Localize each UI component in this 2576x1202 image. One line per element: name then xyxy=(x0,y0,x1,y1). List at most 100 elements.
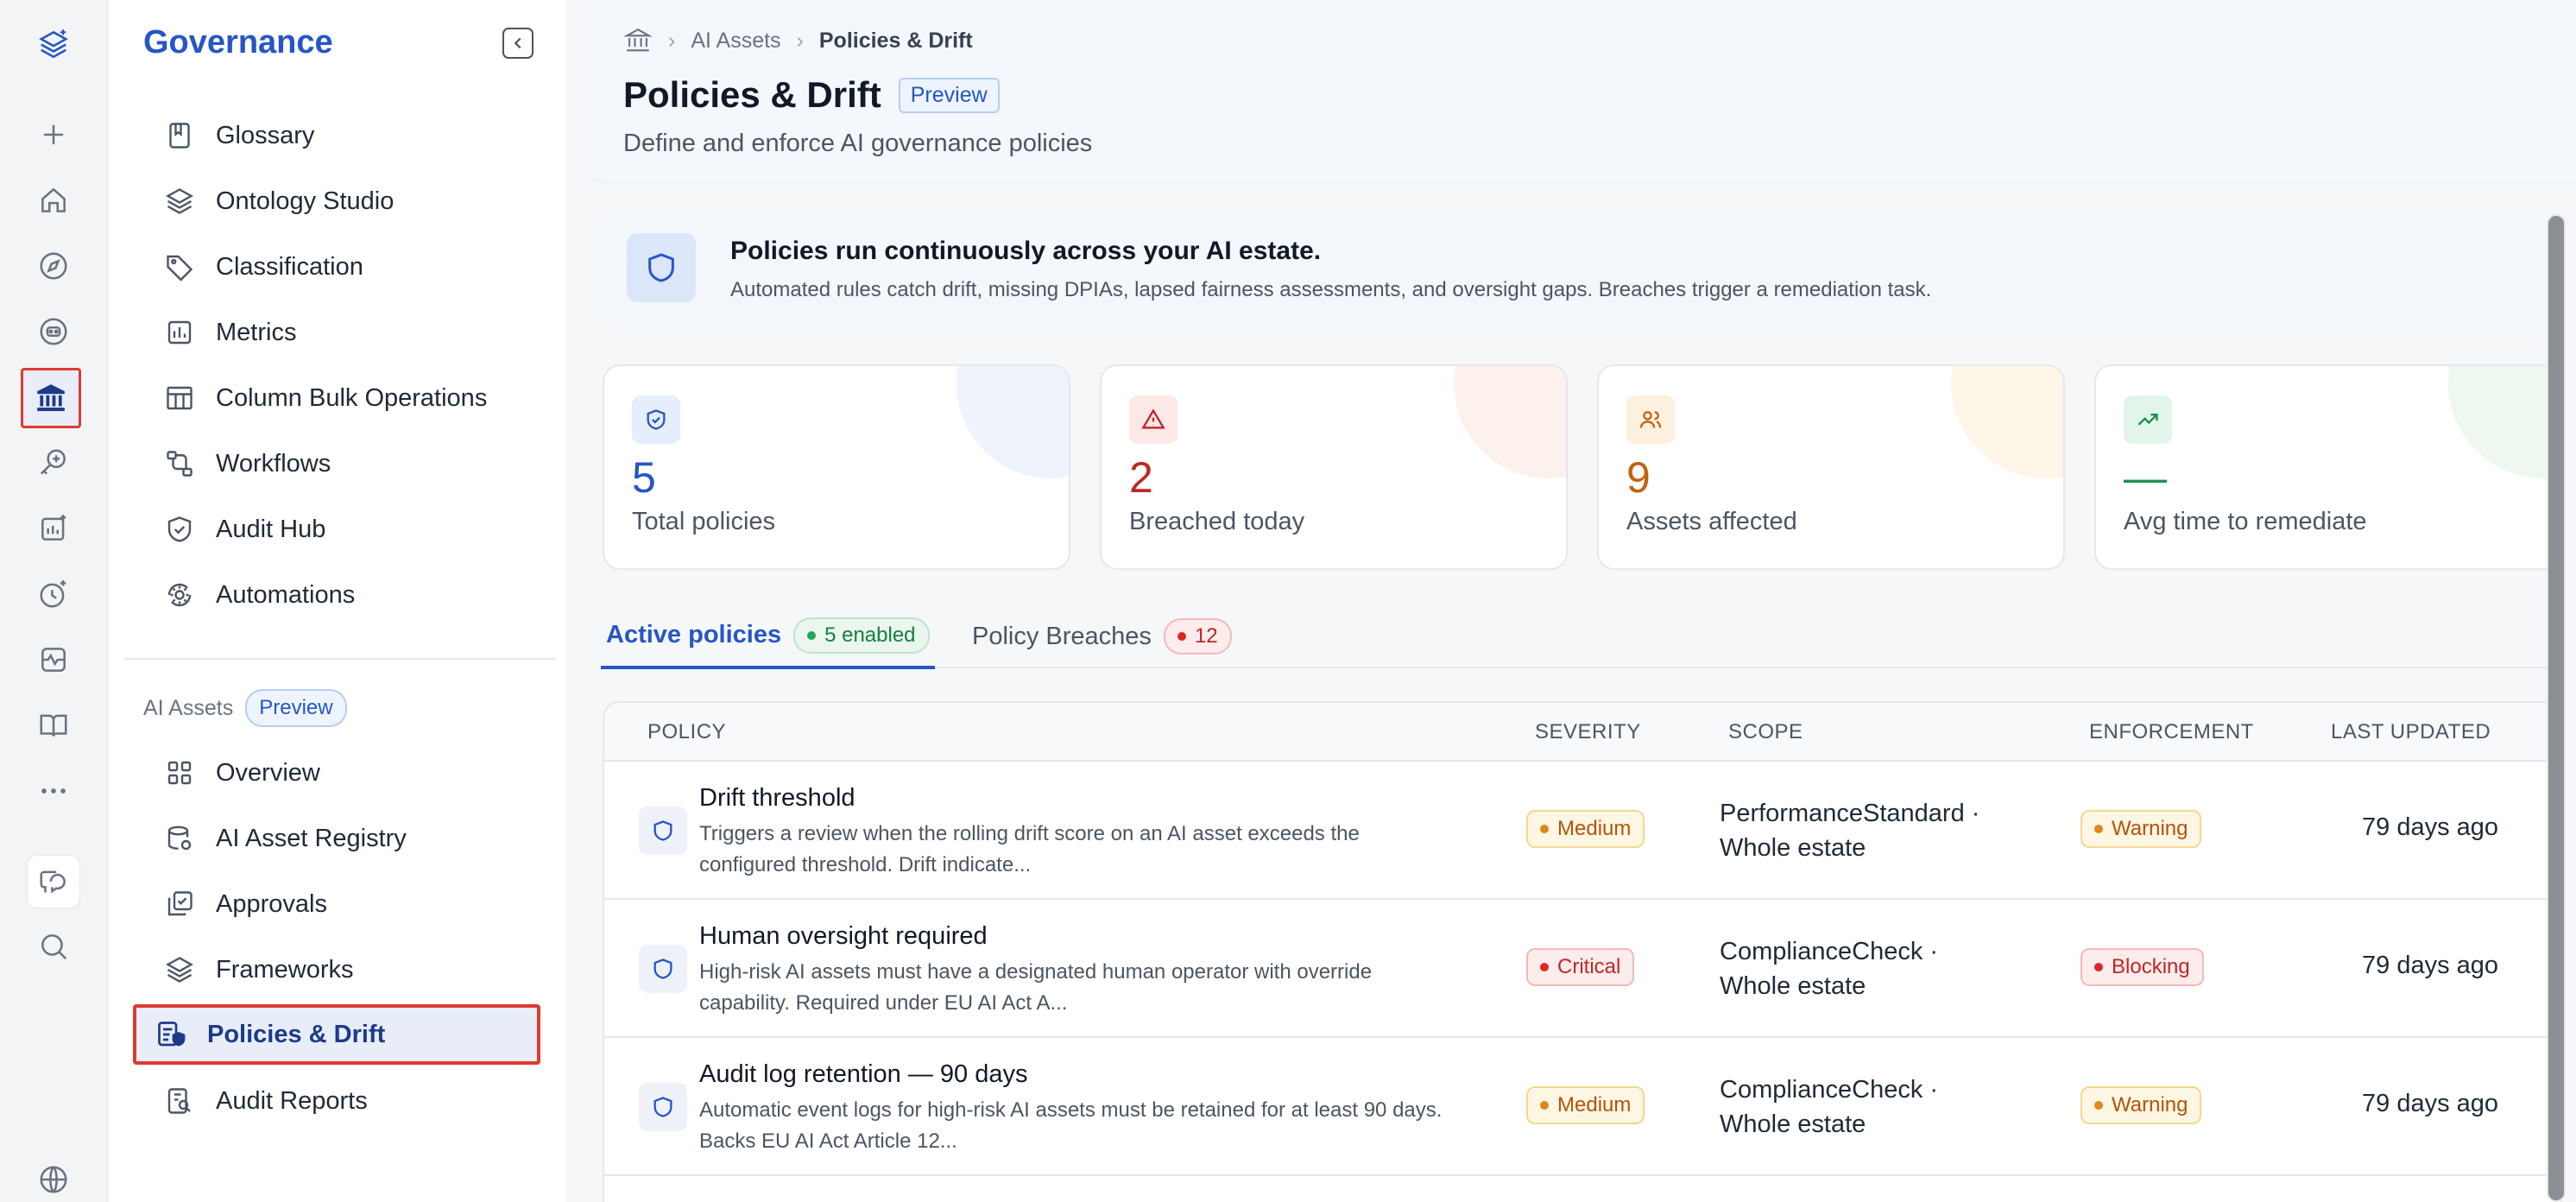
sidebar-item-glossary[interactable]: Glossary xyxy=(131,107,537,164)
collapse-sidebar-icon[interactable] xyxy=(502,28,534,59)
globe-icon[interactable] xyxy=(33,1159,74,1200)
status-dot xyxy=(2094,1101,2103,1110)
column-header-severity[interactable]: SEVERITY xyxy=(1535,720,1641,744)
more-icon[interactable] xyxy=(33,770,74,812)
database-icon xyxy=(164,823,195,854)
breadcrumb: › AI Assets › Policies & Drift xyxy=(623,26,973,55)
sidebar-item-audit-hub[interactable]: Audit Hub xyxy=(131,501,537,558)
sidebar-item-label: Column Bulk Operations xyxy=(216,383,488,412)
key-search-icon[interactable] xyxy=(33,442,74,484)
report-icon xyxy=(164,1085,195,1117)
status-dot xyxy=(807,630,817,640)
search-icon[interactable] xyxy=(33,926,74,967)
table-row[interactable]: Drift threshold Triggers a review when t… xyxy=(604,762,2560,900)
policy-scope: ComplianceCheck · Whole estate xyxy=(1720,934,2013,1003)
policy-tabs: Active policies 5 enabled Policy Breache… xyxy=(601,604,2562,669)
enforcement-badge: Blocking xyxy=(2080,948,2204,986)
gear-cycle-icon xyxy=(164,579,195,610)
sidebar-item-audit-reports[interactable]: Audit Reports xyxy=(131,1072,537,1129)
ai-assets-section-header: AI Assets Preview xyxy=(143,689,347,727)
layers-icon xyxy=(164,954,195,985)
bookmark-icon xyxy=(164,120,195,151)
workflow-icon xyxy=(164,448,195,479)
scrollbar-thumb[interactable] xyxy=(2548,216,2564,1200)
banner-title: Policies run continuously across your AI… xyxy=(730,237,1322,265)
sidebar-item-column-bulk-operations[interactable]: Column Bulk Operations xyxy=(131,370,537,427)
sidebar-item-label: Classification xyxy=(216,252,363,281)
table-row[interactable]: Human oversight required High-risk AI as… xyxy=(604,900,2560,1038)
card-decoration xyxy=(1951,366,2063,478)
bank-icon[interactable] xyxy=(623,26,653,55)
card-decoration xyxy=(1454,366,1566,478)
enforcement-badge: Warning xyxy=(2080,810,2202,848)
badge-text: Medium xyxy=(1557,817,1632,840)
stat-label: Breached today xyxy=(1129,508,1305,535)
stats-cards: 5 Total policies 2 Breached today 9 Asse… xyxy=(603,364,2562,570)
policy-scope: ComplianceCheck · Whole estate xyxy=(1720,1072,2013,1142)
sidebar-item-metrics[interactable]: Metrics xyxy=(131,304,537,361)
sidebar-item-approvals[interactable]: Approvals xyxy=(131,876,537,933)
analytics-sparkle-icon[interactable] xyxy=(33,508,74,549)
breach-count-badge: 12 xyxy=(1163,618,1232,655)
compass-icon[interactable] xyxy=(33,245,74,287)
plus-icon[interactable] xyxy=(33,114,74,155)
sidebar-item-policies-drift[interactable]: Policies & Drift xyxy=(133,1004,540,1065)
clock-sparkle-icon[interactable] xyxy=(33,573,74,615)
column-header-enforcement[interactable]: ENFORCEMENT xyxy=(2089,720,2254,744)
scope-type: ComplianceCheck · xyxy=(1720,1076,1939,1104)
sidebar-item-label: Automations xyxy=(216,580,356,609)
section-label: AI Assets xyxy=(143,695,234,720)
sidebar-item-label: Workflows xyxy=(216,449,331,478)
column-header-scope[interactable]: SCOPE xyxy=(1728,720,1803,744)
column-header-last-updated[interactable]: LAST UPDATED xyxy=(2331,720,2491,744)
layers-icon xyxy=(164,186,195,217)
policy-name[interactable]: Human oversight required xyxy=(699,922,988,951)
bot-icon[interactable] xyxy=(33,311,74,352)
policy-description: Automatic event logs for high-risk AI as… xyxy=(699,1098,1443,1153)
tab-label: Active policies xyxy=(606,621,782,648)
policy-name[interactable]: Drift threshold xyxy=(699,784,856,813)
scope-target: Whole estate xyxy=(1720,972,1866,1000)
column-header-policy[interactable]: POLICY xyxy=(647,720,726,744)
tab-policy-breaches[interactable]: Policy Breaches 12 xyxy=(972,604,1232,668)
home-icon[interactable] xyxy=(33,180,74,221)
dashboard-icon[interactable] xyxy=(33,639,74,680)
tab-active-policies[interactable]: Active policies 5 enabled xyxy=(601,604,935,669)
main-content: › AI Assets › Policies & Drift Policies … xyxy=(587,0,2576,1202)
badge-text: Warning xyxy=(2112,1093,2188,1117)
policy-scope: PerformanceStandard · Whole estate xyxy=(1720,796,2013,865)
sidebar-item-label: AI Asset Registry xyxy=(216,824,407,852)
status-dot xyxy=(1540,963,1549,971)
table-row[interactable]: Audit log retention — 90 days Automatic … xyxy=(604,1038,2560,1176)
shield-icon xyxy=(627,233,696,302)
sidebar-item-ontology-studio[interactable]: Ontology Studio xyxy=(131,173,537,230)
layers-sparkle-icon[interactable] xyxy=(33,22,74,64)
sidebar-item-classification[interactable]: Classification xyxy=(131,238,537,295)
policy-name[interactable]: Audit log retention — 90 days xyxy=(699,1060,1027,1089)
sidebar-item-frameworks[interactable]: Frameworks xyxy=(131,941,537,998)
book-icon[interactable] xyxy=(33,705,74,746)
stat-value: — xyxy=(2124,453,2167,502)
sidebar-title: Governance xyxy=(143,24,333,60)
bank-icon[interactable] xyxy=(21,368,81,428)
status-dot xyxy=(1540,1101,1549,1110)
card-decoration xyxy=(2448,366,2560,478)
status-dot xyxy=(2094,825,2103,833)
preview-badge: Preview xyxy=(898,77,1000,113)
main-scrollbar[interactable] xyxy=(2547,214,2566,1202)
sidebar-item-ai-asset-registry[interactable]: AI Asset Registry xyxy=(131,810,537,867)
last-updated: 79 days ago xyxy=(2362,1090,2499,1117)
breadcrumb-ai-assets[interactable]: AI Assets xyxy=(691,28,780,54)
scope-target: Whole estate xyxy=(1720,834,1866,862)
banner-text: Automated rules catch drift, missing DPI… xyxy=(730,278,1932,301)
enforcement-badge: Warning xyxy=(2080,1086,2202,1124)
chat-icon[interactable] xyxy=(27,855,80,908)
severity-badge: Medium xyxy=(1526,1086,1645,1124)
status-dot xyxy=(2094,963,2103,971)
sidebar-item-automations[interactable]: Automations xyxy=(131,566,537,623)
tag-icon xyxy=(164,251,195,282)
sidebar-item-overview[interactable]: Overview xyxy=(131,744,537,801)
sidebar-item-workflows[interactable]: Workflows xyxy=(131,435,537,492)
last-updated: 79 days ago xyxy=(2362,952,2499,979)
status-dot xyxy=(1177,632,1186,641)
